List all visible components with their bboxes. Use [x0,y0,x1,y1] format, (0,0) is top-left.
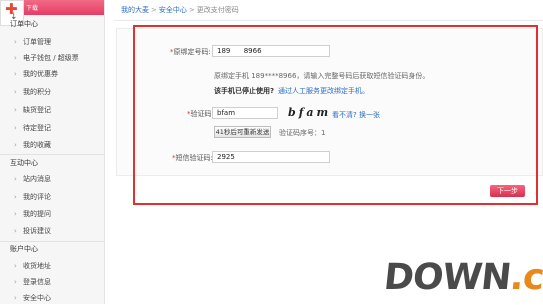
sidebar-item-label: 我的收藏 [23,141,51,149]
chevron-right-icon: › [14,278,17,286]
breadcrumb-separator: > [188,6,195,14]
sidebar-item-label: 安全中心 [23,294,51,302]
sidebar-item-comments[interactable]: › 我的评论 [0,190,103,204]
sidebar-item-label: 缺货登记 [23,106,51,114]
divider [0,154,104,155]
logo-text: 下载 [26,5,39,12]
sidebar-item-security[interactable]: › 安全中心 [0,291,103,305]
divider [0,241,104,242]
chevron-right-icon: › [14,294,17,302]
breadcrumb-security[interactable]: 安全中心 [159,6,187,14]
sidebar-item-label: 待定登记 [23,124,51,132]
sidebar-item-label: 我的评论 [23,193,51,201]
section-title-orders: 订单中心 [10,20,38,28]
watermark-logo: DOWN.cc [382,256,543,300]
breadcrumb-current: 更改支付密码 [196,6,239,14]
chevron-right-icon: › [14,193,17,201]
sidebar-item-pending[interactable]: › 待定登记 [0,121,103,135]
sidebar-item-address[interactable]: › 收货地址 [0,259,103,273]
sidebar: ✚ ↓ 下载 订单中心 › 订单管理 › 电子钱包 / 超级票 › 我的优惠券 › 我的… [0,0,105,304]
breadcrumb-home[interactable]: 我的大麦 [121,6,149,14]
sidebar-item-label: 我的提问 [23,210,51,218]
chevron-right-icon: › [14,54,17,62]
sidebar-item-label: 电子钱包 / 超级票 [23,54,79,62]
sidebar-item-favorites[interactable]: › 我的收藏 [0,138,103,152]
sidebar-item-out-of-stock[interactable]: › 缺货登记 [0,103,103,117]
breadcrumb-separator: > [151,6,157,14]
sidebar-item-questions[interactable]: › 我的提问 [0,207,103,221]
sidebar-item-label: 登录信息 [23,278,51,286]
chevron-right-icon: › [14,210,17,218]
sidebar-item-label: 站内消息 [23,175,51,183]
chevron-right-icon: › [14,70,17,78]
sidebar-item-login-info[interactable]: › 登录信息 [0,275,103,289]
chevron-right-icon: › [14,106,17,114]
sidebar-item-label: 收货地址 [23,262,51,270]
chevron-right-icon: › [14,38,17,46]
sidebar-item-label: 我的积分 [23,88,51,96]
chevron-right-icon: › [14,141,17,149]
breadcrumb: 我的大麦 > 安全中心 > 更改支付密码 [121,5,239,15]
chevron-right-icon: › [14,88,17,96]
sidebar-item-order-management[interactable]: › 订单管理 [0,35,103,49]
highlight-frame [133,25,538,205]
next-button[interactable]: 下一步 [490,185,525,197]
sidebar-item-wallet[interactable]: › 电子钱包 / 超级票 [0,51,103,65]
chevron-right-icon: › [14,227,17,235]
watermark-text-suffix: .cc [508,257,543,298]
sidebar-item-label: 我的优惠券 [23,70,58,78]
chevron-right-icon: › [14,175,17,183]
sidebar-item-label: 订单管理 [23,38,51,46]
chevron-right-icon: › [14,262,17,270]
divider [114,20,543,21]
sidebar-item-coupons[interactable]: › 我的优惠券 [0,67,103,81]
sidebar-item-complaints[interactable]: › 投诉建议 [0,224,103,238]
sidebar-item-points[interactable]: › 我的积分 [0,85,103,99]
sidebar-item-label: 投诉建议 [23,227,51,235]
section-title-interaction: 互动中心 [10,159,38,167]
section-title-account: 账户中心 [10,245,38,253]
sidebar-item-messages[interactable]: › 站内消息 [0,172,103,186]
chevron-right-icon: › [14,124,17,132]
watermark-text-main: DOWN [381,257,513,298]
